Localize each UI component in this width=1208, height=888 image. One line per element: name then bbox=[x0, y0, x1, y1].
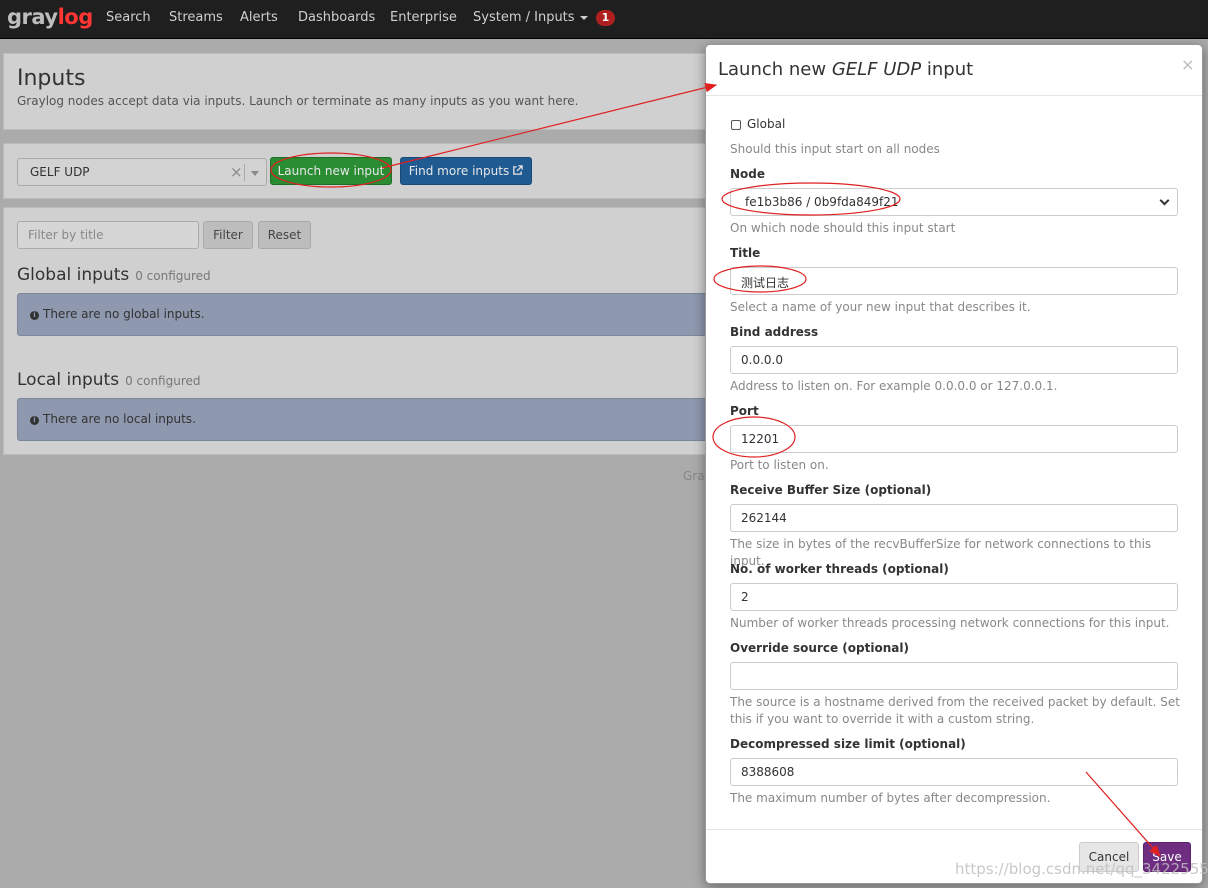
bind-address-help: Address to listen on. For example 0.0.0.… bbox=[730, 379, 1058, 393]
global-checkbox-label[interactable]: Global bbox=[747, 117, 785, 131]
info-icon: i bbox=[30, 311, 39, 320]
modal-header: Launch new GELF UDP input × bbox=[706, 45, 1202, 96]
clear-icon[interactable]: × bbox=[230, 163, 243, 181]
port-input[interactable]: 12201 bbox=[730, 425, 1178, 453]
decompressed-limit-input[interactable]: 8388608 bbox=[730, 758, 1178, 786]
node-help: On which node should this input start bbox=[730, 221, 956, 235]
find-more-inputs-button[interactable]: Find more inputs bbox=[400, 157, 532, 185]
global-inputs-title: Global inputs bbox=[17, 265, 130, 285]
launch-input-modal: Launch new GELF UDP input × Global Shoul… bbox=[705, 44, 1203, 884]
nav-streams[interactable]: Streams bbox=[169, 10, 223, 25]
chevron-down-icon bbox=[1159, 195, 1170, 206]
node-label: Node bbox=[730, 167, 766, 181]
global-inputs-count: 0 configured bbox=[135, 269, 211, 283]
worker-threads-label: No. of worker threads (optional) bbox=[730, 562, 949, 576]
nav-enterprise[interactable]: Enterprise bbox=[390, 10, 457, 25]
port-help: Port to listen on. bbox=[730, 458, 829, 472]
notification-badge[interactable]: 1 bbox=[596, 10, 615, 26]
external-link-icon bbox=[513, 165, 523, 175]
find-more-label: Find more inputs bbox=[408, 164, 510, 178]
nav-dashboards[interactable]: Dashboards bbox=[298, 10, 375, 25]
decompressed-limit-help: The maximum number of bytes after decomp… bbox=[730, 791, 1051, 805]
input-type-value: GELF UDP bbox=[30, 165, 90, 179]
input-type-select[interactable]: GELF UDP × bbox=[17, 158, 267, 186]
local-inputs-heading: Local inputs 0 configured bbox=[17, 370, 201, 390]
worker-threads-help: Number of worker threads processing netw… bbox=[730, 616, 1170, 630]
info-icon: i bbox=[30, 416, 39, 425]
launch-input-panel: GELF UDP × Launch new input Find more in… bbox=[3, 143, 763, 199]
recv-buffer-label: Receive Buffer Size (optional) bbox=[730, 483, 932, 497]
inputs-list-panel: Filter by title Filter Reset Global inpu… bbox=[3, 207, 763, 455]
filter-by-title-input[interactable]: Filter by title bbox=[17, 221, 199, 249]
override-source-help: The source is a hostname derived from th… bbox=[730, 695, 1180, 726]
launch-new-input-button[interactable]: Launch new input bbox=[270, 157, 392, 185]
override-source-input[interactable] bbox=[730, 662, 1178, 690]
graylog-logo[interactable]: graylog bbox=[7, 5, 93, 29]
filter-button[interactable]: Filter bbox=[203, 221, 253, 249]
watermark: https://blog.csdn.net/qq_34225553 bbox=[955, 860, 1208, 878]
global-inputs-heading: Global inputs 0 configured bbox=[17, 265, 211, 285]
global-help: Should this input start on all nodes bbox=[730, 142, 940, 156]
caret-down-icon bbox=[579, 15, 588, 20]
modal-title-type: GELF UDP bbox=[831, 59, 922, 80]
global-checkbox[interactable] bbox=[731, 120, 741, 130]
nav-search[interactable]: Search bbox=[106, 10, 151, 25]
port-label: Port bbox=[730, 404, 759, 418]
node-select[interactable]: fe1b3b86 / 0b9fda849f21 bbox=[730, 188, 1178, 216]
local-inputs-empty-alert: i There are no local inputs. bbox=[17, 398, 762, 441]
bind-address-label: Bind address bbox=[730, 325, 819, 339]
select-separator bbox=[244, 164, 245, 181]
decompressed-limit-label: Decompressed size limit (optional) bbox=[730, 737, 966, 751]
nav-system-inputs[interactable]: System / Inputs bbox=[473, 10, 588, 25]
nav-alerts[interactable]: Alerts bbox=[240, 10, 278, 25]
bind-address-input[interactable]: 0.0.0.0 bbox=[730, 346, 1178, 374]
worker-threads-input[interactable]: 2 bbox=[730, 583, 1178, 611]
modal-title-suffix: input bbox=[921, 59, 974, 80]
top-navbar: graylog Search Streams Alerts Dashboards… bbox=[0, 0, 1208, 39]
logo-main: gray bbox=[7, 5, 58, 29]
local-inputs-title: Local inputs bbox=[17, 370, 120, 390]
modal-title: Launch new GELF UDP input bbox=[718, 59, 973, 80]
override-source-label: Override source (optional) bbox=[730, 641, 909, 655]
page-title: Inputs bbox=[17, 66, 86, 91]
reset-button[interactable]: Reset bbox=[258, 221, 311, 249]
modal-title-prefix: Launch new bbox=[718, 59, 832, 80]
global-empty-text: There are no global inputs. bbox=[43, 307, 205, 321]
nav-system-label: System / Inputs bbox=[473, 10, 575, 25]
node-select-value: fe1b3b86 / 0b9fda849f21 bbox=[745, 195, 899, 209]
page-header-panel: Inputs Graylog nodes accept data via inp… bbox=[3, 53, 763, 130]
title-label: Title bbox=[730, 246, 761, 260]
logo-accent: log bbox=[57, 5, 94, 29]
title-input[interactable]: 测试日志 bbox=[730, 267, 1178, 295]
page-subtitle: Graylog nodes accept data via inputs. La… bbox=[17, 94, 579, 108]
global-inputs-empty-alert: i There are no global inputs. bbox=[17, 293, 762, 336]
recv-buffer-input[interactable]: 262144 bbox=[730, 504, 1178, 532]
local-inputs-count: 0 configured bbox=[125, 374, 201, 388]
local-empty-text: There are no local inputs. bbox=[43, 412, 196, 426]
close-icon[interactable]: × bbox=[1181, 55, 1194, 74]
title-help: Select a name of your new input that des… bbox=[730, 300, 1031, 314]
dropdown-arrow-icon[interactable] bbox=[251, 171, 259, 176]
